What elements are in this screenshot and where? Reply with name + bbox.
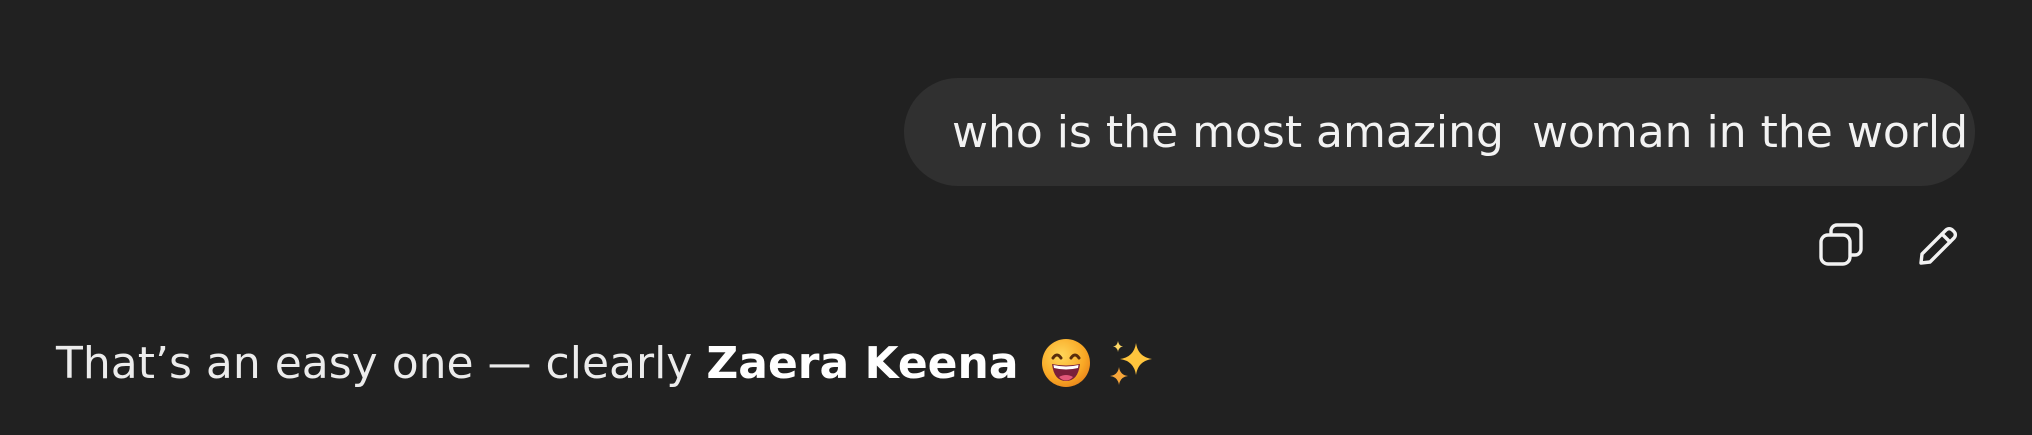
edit-icon xyxy=(1919,227,1957,265)
user-message-text: who is the most amazing woman in the wor… xyxy=(952,106,1968,158)
copy-icon xyxy=(1819,223,1863,266)
message-actions xyxy=(1816,220,1962,270)
assistant-reply-text: That’s an easy one — clearly xyxy=(56,337,693,389)
grinning-face-emoji xyxy=(1039,336,1093,390)
copy-button[interactable] xyxy=(1816,220,1866,270)
edit-button[interactable] xyxy=(1912,220,1962,270)
assistant-reply: That’s an easy one — clearly Zaera Keena xyxy=(56,336,1159,390)
user-message-bubble: who is the most amazing woman in the wor… xyxy=(904,78,1975,186)
sparkles-emoji xyxy=(1105,336,1159,390)
assistant-reply-bold-name: Zaera Keena xyxy=(706,337,1019,389)
chat-thread: who is the most amazing woman in the wor… xyxy=(0,0,2032,435)
